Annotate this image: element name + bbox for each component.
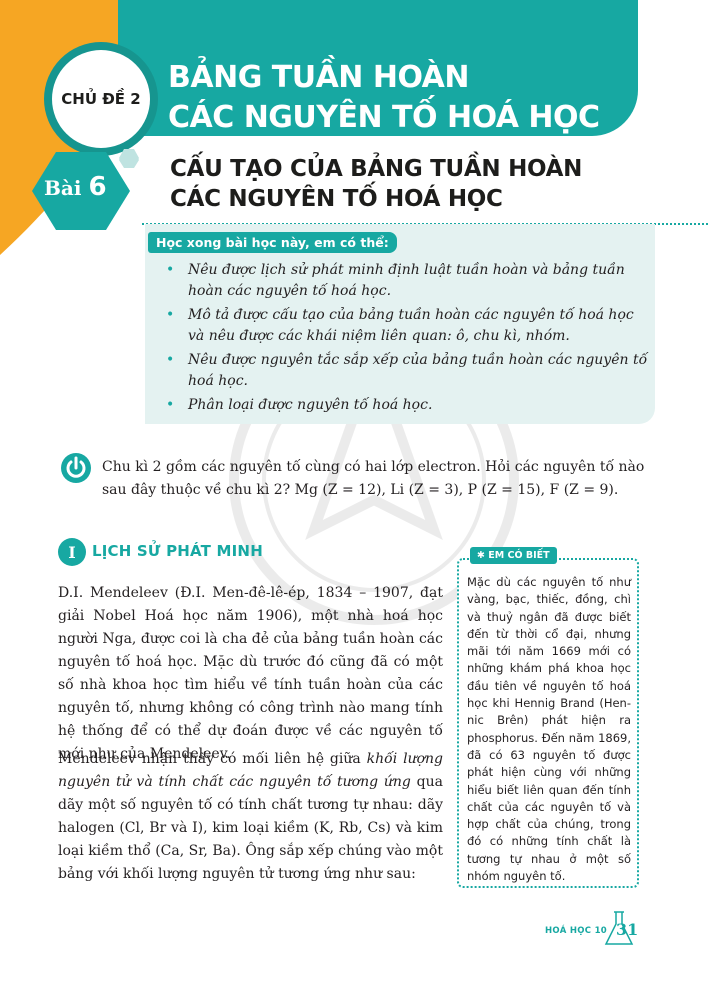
did-you-know-heading: ✱ EM CÓ BIẾT <box>470 547 557 564</box>
objective-item: • Mô tả được cấu tạo của bảng tuần hoàn c… <box>166 307 634 344</box>
lesson-title-line1: CẤU TẠO CỦA BẢNG TUẦN HOÀN <box>170 156 583 182</box>
page-number: 31 <box>616 920 639 939</box>
chapter-title-line1: BẢNG TUẦN HOÀN <box>168 60 469 95</box>
did-you-know-text: Mặc dù các nguyên tố như vàng, bạc, thiế… <box>467 575 631 884</box>
section-title: LỊCH SỬ PHÁT MINH <box>92 542 263 560</box>
lightbulb-icon: ✱ <box>477 550 489 561</box>
lesson-number: 6 <box>88 172 107 202</box>
bullet-icon: • <box>166 352 175 368</box>
objectives-heading: Học xong bài học này, em có thể: <box>148 232 397 253</box>
paragraph-1: D.I. Mendeleev (Đ.I. Men-đê-lê-ép, 1834 … <box>58 585 443 762</box>
section-number-badge: I <box>58 538 86 566</box>
lesson-word: Bài <box>44 176 82 200</box>
chapter-title-line2: CÁC NGUYÊN TỐ HOÁ HỌC <box>168 100 600 135</box>
bullet-icon: • <box>166 262 175 278</box>
paragraph-2: Mendeleev nhận thấy có mối liên hệ giữa … <box>58 751 444 882</box>
power-start-icon <box>61 453 91 483</box>
objectives-list: • Nêu được lịch sử phát minh định luật tu… <box>166 260 650 419</box>
lesson-title: CẤU TẠO CỦA BẢNG TUẦN HOÀN CÁC NGUYÊN TỐ… <box>170 154 582 214</box>
footer-book-title: HOÁ HỌC 10 <box>545 926 608 936</box>
small-hexagon-icon <box>119 149 139 167</box>
starter-question: Chu kì 2 gồm các nguyên tố cùng có hai l… <box>102 459 645 498</box>
objective-item: • Nêu được nguyên tắc sắp xếp của bảng tu… <box>166 352 648 389</box>
bullet-icon: • <box>166 397 175 413</box>
lesson-title-line2: CÁC NGUYÊN TỐ HOÁ HỌC <box>170 186 503 212</box>
lesson-label: Bài 6 <box>44 172 107 202</box>
bullet-icon: • <box>166 307 175 323</box>
chapter-label: CHỦ ĐỀ 2 <box>52 50 150 148</box>
objective-item: • Phân loại được nguyên tố hoá học. <box>166 395 650 416</box>
objective-item: • Nêu được lịch sử phát minh định luật tu… <box>166 262 625 299</box>
chapter-title: BẢNG TUẦN HOÀN CÁC NGUYÊN TỐ HOÁ HỌC <box>168 58 600 138</box>
